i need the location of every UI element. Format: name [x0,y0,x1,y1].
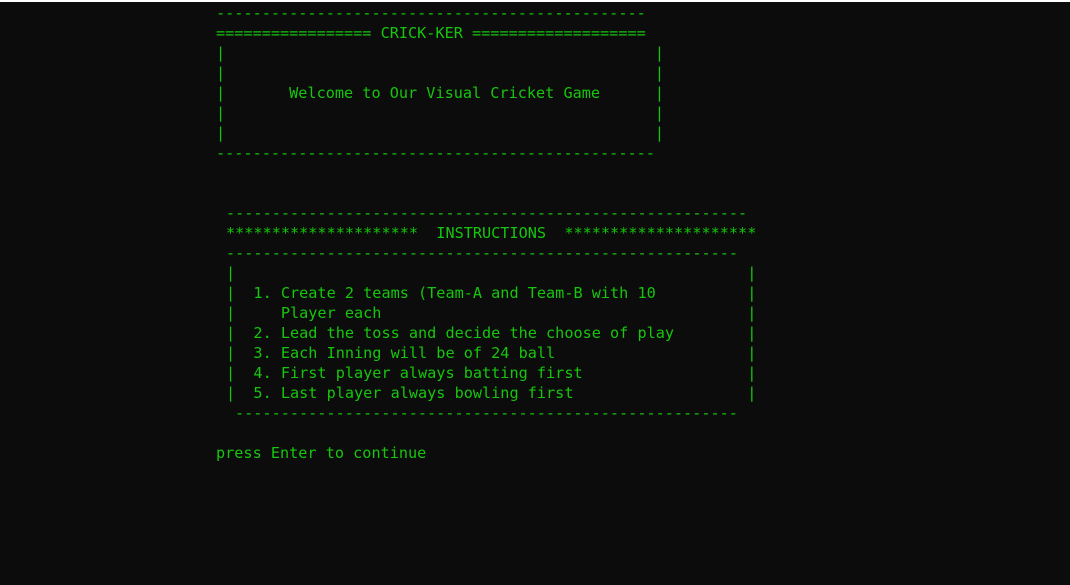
banner-welcome-line: | Welcome to Our Visual Cricket Game | [216,84,665,102]
continue-prompt: press Enter to continue [216,444,427,462]
window-top-edge [0,0,1070,2]
banner-top-rule: ----------------------------------------… [216,4,646,22]
banner-side-line: | | [216,124,665,142]
banner-bottom-rule: ----------------------------------------… [216,144,655,162]
instruction-row: | 1. Create 2 teams (Team-A and Team-B w… [226,284,757,302]
instructions-bottom-rule: ----------------------------------------… [235,404,738,422]
instructions-title-line: ********************* INSTRUCTIONS *****… [226,224,757,242]
instructions-top-rule: ----------------------------------------… [226,204,748,222]
instruction-row: | Player each | [226,304,757,322]
banner-title-line: ================= CRICK-KER ============… [216,24,646,42]
instruction-row: | 5. Last player always bowling first | [226,384,757,402]
instructions-blank-row: | | [226,264,757,282]
banner-side-line: | | [216,44,665,62]
instruction-row: | 4. First player always batting first | [226,364,757,382]
banner-side-line: | | [216,64,665,82]
banner-side-line: | | [216,104,665,122]
instructions-under-rule: ----------------------------------------… [226,244,739,262]
instruction-row: | 2. Lead the toss and decide the choose… [226,324,757,342]
instruction-row: | 3. Each Inning will be of 24 ball | [226,344,757,362]
